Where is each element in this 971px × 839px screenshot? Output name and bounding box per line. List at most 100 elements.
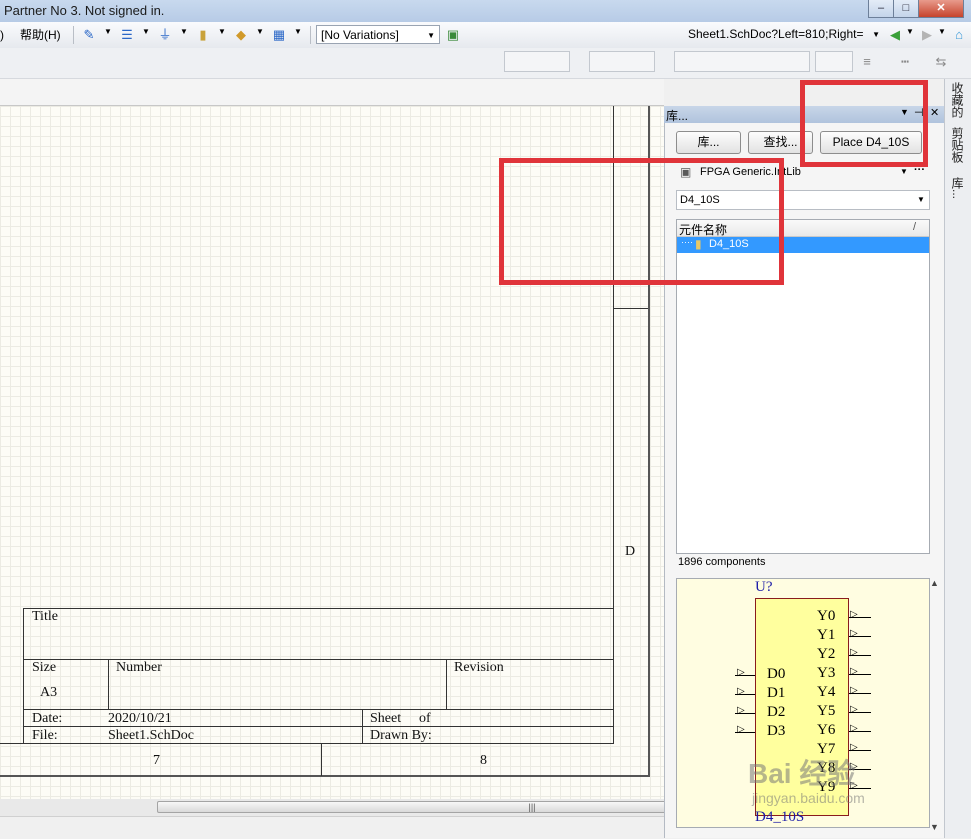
minimize-button[interactable]: – xyxy=(868,0,894,18)
scroll-down-icon[interactable]: ▼ xyxy=(930,822,939,832)
column-number: 7 xyxy=(153,753,160,768)
output-arrow-icon: ▷ xyxy=(850,723,858,734)
home-icon[interactable]: ⌂ xyxy=(950,26,968,44)
revision-label: Revision xyxy=(454,660,504,675)
libraries-button[interactable]: 库... xyxy=(676,131,741,154)
close-button[interactable]: ✕ xyxy=(918,0,964,18)
output-pin-label: Y3 xyxy=(817,665,836,681)
output-arrow-icon: ▷ xyxy=(850,647,858,658)
tab-favorites[interactable]: 收藏的 xyxy=(949,82,966,118)
directive-icon[interactable]: ◆ xyxy=(232,26,250,44)
title-bar: Partner No 3. Not signed in. – □ ✕ xyxy=(0,0,971,22)
title-block-line xyxy=(23,608,614,609)
preview-designator: U? xyxy=(755,579,773,595)
wire-tool-icon[interactable]: ✎ xyxy=(80,26,98,44)
chevron-down-icon[interactable]: ▼ xyxy=(294,27,302,36)
chevron-down-icon[interactable]: ▼ xyxy=(900,167,908,176)
window-title: Partner No 3. Not signed in. xyxy=(4,3,165,18)
chevron-down-icon[interactable]: ▼ xyxy=(906,27,914,36)
title-block-line xyxy=(108,659,109,709)
column-number: 8 xyxy=(480,753,487,768)
toolbar-combo[interactable] xyxy=(589,51,655,72)
secondary-toolbar: ≡ ┅ ⇆ xyxy=(0,48,971,79)
title-label: Title xyxy=(32,609,58,624)
forward-arrow-icon[interactable]: ▶ xyxy=(918,26,936,44)
date-label: Date: xyxy=(32,711,63,726)
document-tab-strip xyxy=(0,79,664,106)
scrollbar-grip: ||| xyxy=(528,802,536,812)
sheet-label: Sheet xyxy=(370,711,402,726)
ground-icon[interactable]: ⏚ xyxy=(156,26,174,44)
output-arrow-icon: ▷ xyxy=(850,685,858,696)
file-label: File: xyxy=(32,728,58,743)
preview-comment: D4_10S xyxy=(755,809,805,825)
date-value: 2020/10/21 xyxy=(108,711,172,726)
component-count: 1896 components xyxy=(678,556,766,568)
tab-clipboard[interactable]: 剪贴板 xyxy=(949,127,966,163)
board-icon[interactable]: ▣ xyxy=(444,26,462,44)
toolbar-combo[interactable] xyxy=(674,51,810,72)
toolbar-separator xyxy=(73,26,74,44)
watermark-logo: Bai 经验 xyxy=(748,758,856,789)
watermark-url: jingyan.baidu.com xyxy=(752,790,865,806)
number-label: Number xyxy=(116,660,162,675)
toolbar-combo[interactable] xyxy=(504,51,570,72)
swap-icon[interactable]: ⇆ xyxy=(932,53,950,71)
output-pin-label: Y6 xyxy=(817,722,836,738)
chevron-down-icon[interactable]: ▼ xyxy=(142,27,150,36)
input-pin-label: D2 xyxy=(767,704,786,720)
file-value: Sheet1.SchDoc xyxy=(108,728,194,743)
output-arrow-icon: ▷ xyxy=(850,628,858,639)
tab-libraries[interactable]: 库... xyxy=(949,177,966,199)
chevron-down-icon[interactable]: ▼ xyxy=(256,27,264,36)
size-value: A3 xyxy=(40,685,58,700)
title-block-line xyxy=(446,659,447,709)
input-arrow-icon: ▷ xyxy=(737,705,745,716)
side-panel-tabs: 收藏的 剪贴板 库... xyxy=(944,79,971,838)
address-combo[interactable]: Sheet1.SchDoc?Left=810;Right= ▼ xyxy=(684,25,882,44)
line-style-icon[interactable]: ≡ xyxy=(858,53,876,71)
variations-combo[interactable]: [No Variations] ▼ xyxy=(316,25,440,44)
dash-style-icon[interactable]: ┅ xyxy=(896,53,914,71)
grid-icon[interactable]: ▦ xyxy=(270,26,288,44)
panel-title: 库... xyxy=(666,109,689,123)
title-block-line xyxy=(23,709,614,710)
help-menu[interactable]: 帮助(H) xyxy=(20,26,61,44)
drawn-by-label: Drawn By: xyxy=(370,728,432,743)
output-arrow-icon: ▷ xyxy=(850,704,858,715)
title-block-line xyxy=(23,659,614,660)
output-pin-label: Y4 xyxy=(817,684,836,700)
toolbar-separator xyxy=(310,26,311,44)
size-label: Size xyxy=(32,660,57,675)
close-icon[interactable]: ✕ xyxy=(930,106,939,119)
scroll-up-icon[interactable]: ▲ xyxy=(930,578,939,588)
input-pin-label: D3 xyxy=(767,723,786,739)
chevron-down-icon: ▼ xyxy=(427,31,435,40)
toolbar-combo[interactable] xyxy=(815,51,853,72)
maximize-button[interactable]: □ xyxy=(893,0,919,18)
chevron-down-icon: ▼ xyxy=(872,30,880,39)
horizontal-scrollbar[interactable]: ||| xyxy=(0,799,907,816)
back-arrow-icon[interactable]: ◀ xyxy=(886,26,904,44)
title-block-line xyxy=(23,608,24,744)
annotation-box-place-button xyxy=(800,80,928,167)
main-toolbar: ) 帮助(H) ✎ ▼ ☰ ▼ ⏚ ▼ ▮ ▼ ◆ ▼ ▦ ▼ [No Vari… xyxy=(0,22,971,49)
align-tool-icon[interactable]: ☰ xyxy=(118,26,136,44)
chevron-down-icon[interactable]: ▼ xyxy=(180,27,188,36)
chevron-down-icon[interactable]: ▼ xyxy=(218,27,226,36)
input-pin-label: D1 xyxy=(767,685,786,701)
output-arrow-icon: ▷ xyxy=(850,609,858,620)
chevron-down-icon[interactable]: ▼ xyxy=(917,195,925,204)
input-arrow-icon: ▷ xyxy=(737,667,745,678)
output-arrow-icon: ▷ xyxy=(850,666,858,677)
sort-indicator: / xyxy=(913,221,917,233)
zone-divider xyxy=(613,308,648,309)
input-arrow-icon: ▷ xyxy=(737,724,745,735)
zone-divider xyxy=(321,743,322,776)
port-icon[interactable]: ▮ xyxy=(194,26,212,44)
address-value: Sheet1.SchDoc?Left=810;Right= xyxy=(688,27,864,41)
output-pin-label: Y2 xyxy=(817,646,836,662)
chevron-down-icon[interactable]: ▼ xyxy=(104,27,112,36)
chevron-down-icon[interactable]: ▼ xyxy=(938,27,946,36)
annotation-box-selection xyxy=(499,158,784,285)
